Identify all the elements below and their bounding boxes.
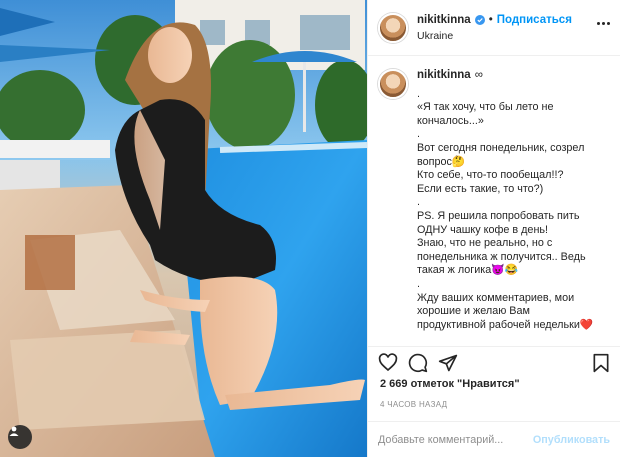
caption-line: .	[417, 87, 420, 100]
caption-text: . «Я так хочу, что бы лето не кончалось...…	[417, 88, 593, 333]
likes-count[interactable]: 2 669 отметок "Нравится"	[380, 378, 520, 390]
post-header: nikitkinna • Подписаться Ukraine	[368, 0, 620, 56]
caption-line: .	[417, 128, 420, 141]
post-time[interactable]: 4 часов назад	[380, 400, 447, 409]
caption-line: вопрос🤔	[417, 155, 466, 168]
comment-input[interactable]	[378, 433, 533, 446]
caption-line: ОДНУ чашку кофе в день!	[417, 223, 549, 236]
post-photo[interactable]	[0, 0, 367, 457]
heart-icon[interactable]	[378, 353, 398, 372]
add-comment-bar: Опубликовать	[368, 421, 620, 457]
caption-username[interactable]: nikitkinna ∞	[417, 69, 483, 83]
more-options-icon[interactable]	[597, 22, 610, 25]
caption-line: «Я так хочу, что бы лето не	[417, 101, 554, 114]
post-side-panel: nikitkinna • Подписаться Ukraine nikitki…	[367, 0, 620, 457]
user-tag-icon	[9, 426, 19, 436]
caption-username-text[interactable]: nikitkinna	[417, 69, 471, 83]
avatar[interactable]	[378, 12, 408, 43]
caption-line: PS. Я решила попробовать пить	[417, 209, 580, 222]
user-tag-button[interactable]	[8, 425, 32, 449]
action-bar	[368, 346, 620, 380]
caption-avatar[interactable]	[378, 69, 408, 99]
comment-icon[interactable]	[408, 353, 428, 373]
caption-line: такая ж логика😈😂	[417, 264, 519, 277]
caption-line: Если есть такие, то что?)	[417, 182, 544, 195]
publish-button[interactable]: Опубликовать	[533, 434, 610, 446]
header-top-row: nikitkinna • Подписаться	[417, 12, 572, 28]
caption-line: Кто себе, что-то пообещал!!?	[417, 169, 564, 182]
share-icon[interactable]	[438, 353, 458, 373]
bookmark-icon[interactable]	[592, 353, 610, 373]
caption-line: Знаю, что не реально, но с	[417, 237, 553, 250]
header-text: nikitkinna • Подписаться Ukraine	[417, 12, 572, 44]
caption-line: Вот сегодня понедельник, созрел	[417, 141, 585, 154]
username-link[interactable]: nikitkinna	[417, 12, 471, 28]
caption-line: .	[417, 196, 420, 209]
caption-line: Жду ваших комментариев, мои	[417, 291, 575, 304]
caption-line: понедельника ж получится.. Ведь	[417, 250, 586, 263]
caption-line: .	[417, 277, 420, 290]
caption-line: хорошие и желаю Вам	[417, 305, 530, 318]
caption: nikitkinna ∞ . «Я так хочу, что бы лето н…	[378, 69, 610, 332]
action-icons	[378, 353, 610, 375]
comments-area[interactable]: nikitkinna ∞ . «Я так хочу, что бы лето н…	[368, 57, 620, 337]
separator-dot: •	[488, 13, 493, 26]
verified-badge-icon	[474, 14, 485, 25]
caption-line: продуктивной рабочей недельки❤️	[417, 318, 594, 331]
location-link[interactable]: Ukraine	[417, 28, 572, 44]
post-photo-art	[0, 0, 367, 457]
infinity-mark: ∞	[474, 69, 483, 81]
caption-line: кончалось...»	[417, 114, 484, 127]
caption-body: nikitkinna ∞ . «Я так хочу, что бы лето н…	[417, 69, 593, 332]
follow-button[interactable]: Подписаться	[497, 12, 572, 28]
